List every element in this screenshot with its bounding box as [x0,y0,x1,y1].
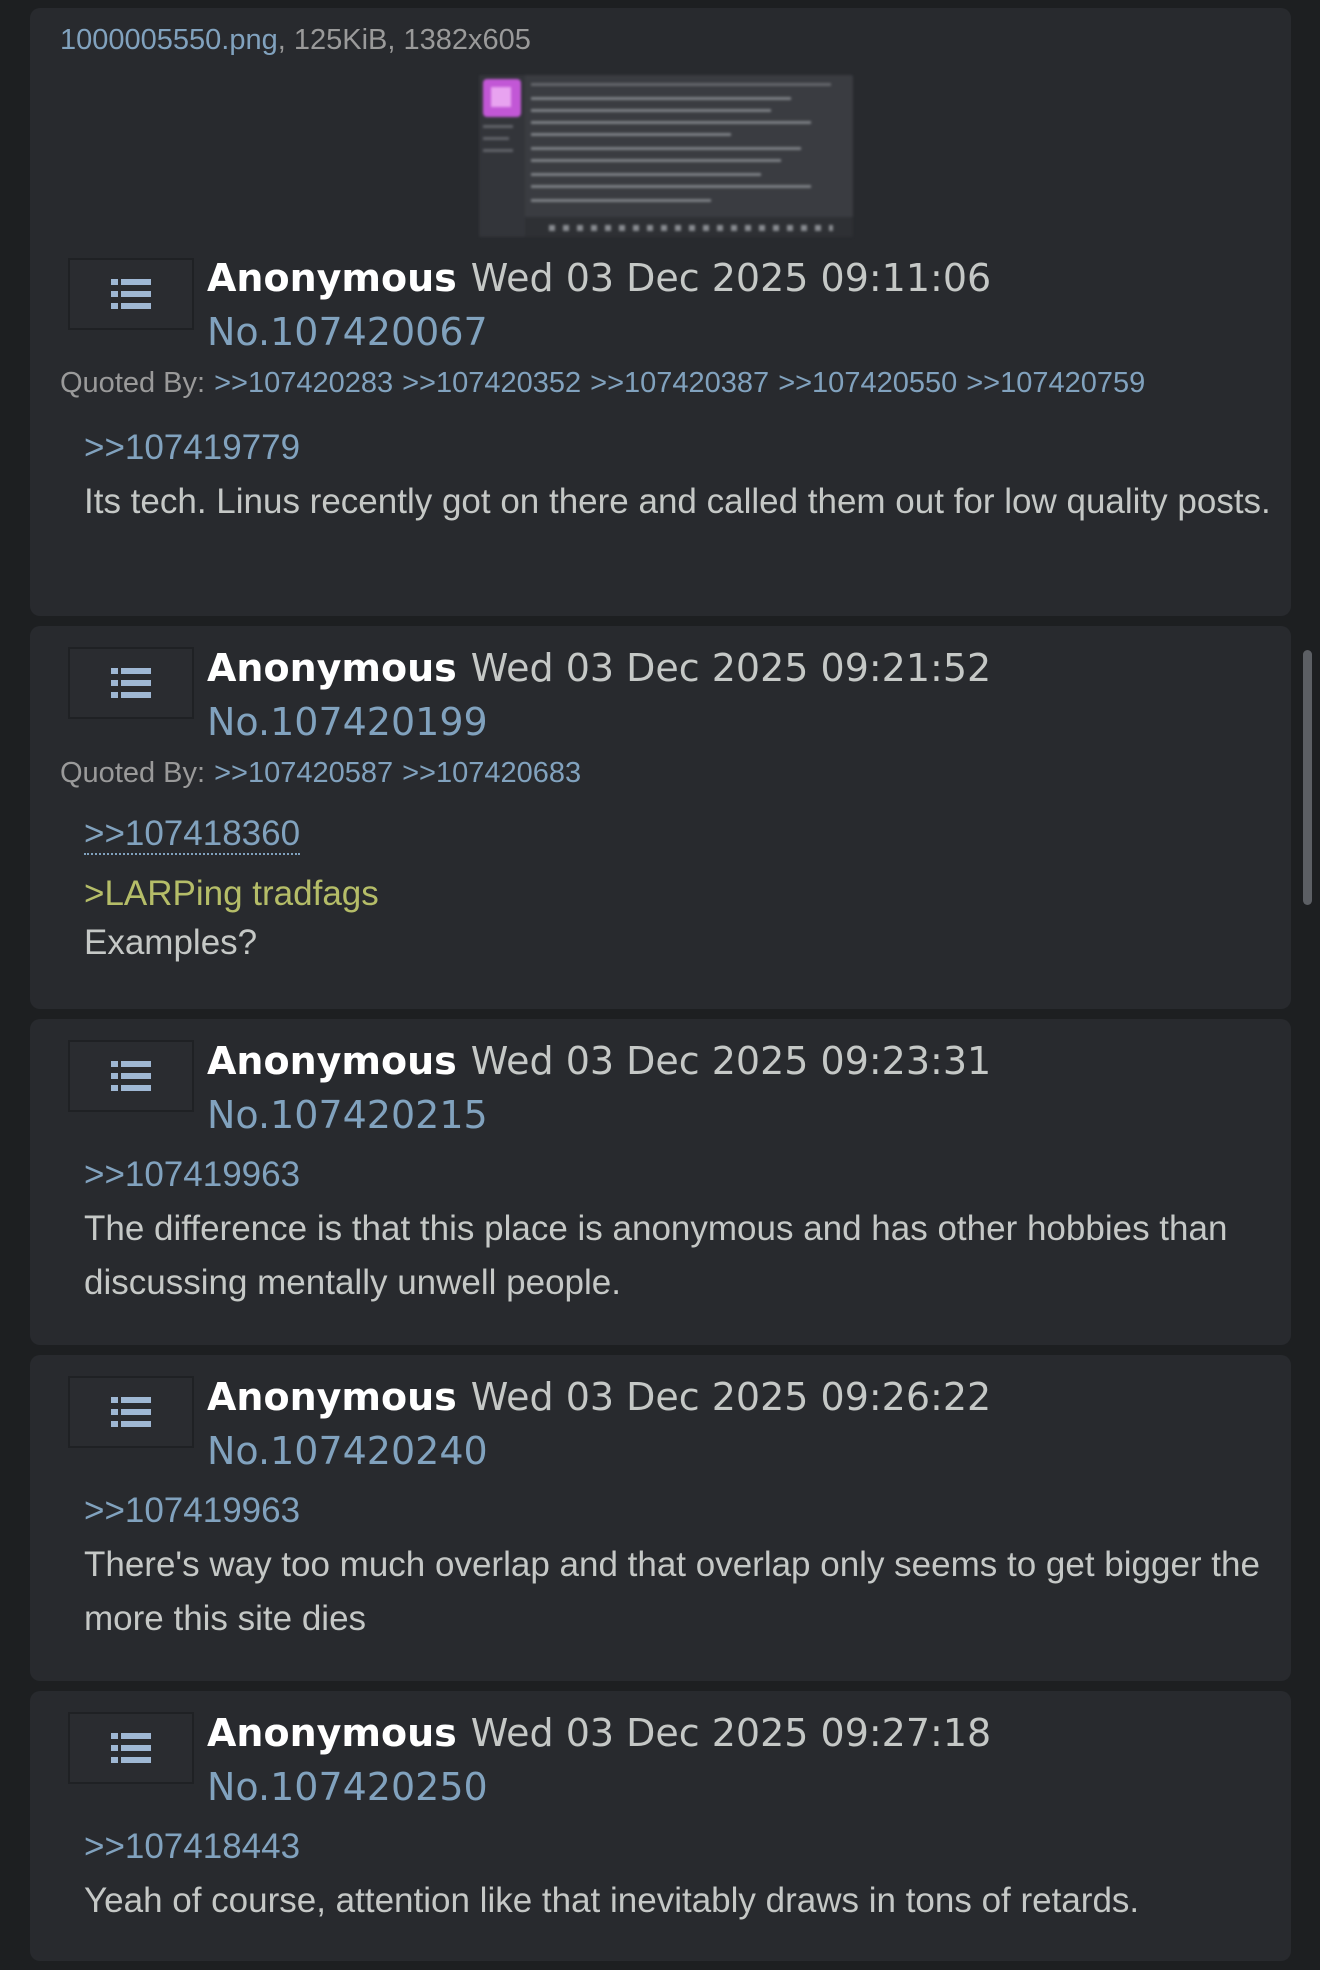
list-icon [111,1397,151,1427]
poster-name: Anonymous [207,256,457,300]
quote-link[interactable]: >>107420683 [402,757,581,789]
poster-name: Anonymous [207,646,457,690]
image-thumbnail[interactable] [479,75,853,237]
list-icon [111,668,151,698]
scrollbar-thumb[interactable] [1303,650,1312,905]
post-number[interactable]: No.107420199 [207,700,488,744]
post: Anonymous Wed 03 Dec 2025 09:26:22 No.107… [30,1355,1291,1681]
quote-link[interactable]: >>107420587 [214,757,393,789]
file-info: 1000005550.png, 125KiB, 1382x605 [60,24,531,57]
post: Anonymous Wed 03 Dec 2025 09:21:52 No.107… [30,626,1291,1009]
quote-link[interactable]: >>107420387 [590,367,769,399]
file-link[interactable]: 1000005550.png [60,24,278,56]
post-menu-button[interactable] [68,1712,194,1784]
poster-name-line: Anonymous Wed 03 Dec 2025 09:21:52 [207,646,991,690]
greentext-quote: >LARPing tradfags [84,874,379,913]
list-icon [111,1061,151,1091]
post: Anonymous Wed 03 Dec 2025 09:23:31 No.107… [30,1019,1291,1345]
quote-link[interactable]: >>107420759 [966,367,1145,399]
post-date: Wed 03 Dec 2025 09:27:18 [470,1711,992,1755]
post-menu-button[interactable] [68,1040,194,1112]
post-date: Wed 03 Dec 2025 09:21:52 [470,646,992,690]
post-date: Wed 03 Dec 2025 09:26:22 [470,1375,992,1419]
quote-link[interactable]: >>107420352 [402,367,581,399]
poster-name-line: Anonymous Wed 03 Dec 2025 09:26:22 [207,1375,991,1419]
poster-name-line: Anonymous Wed 03 Dec 2025 09:23:31 [207,1039,991,1083]
post-comment: Yeah of course, attention like that inev… [84,1881,1140,1920]
poster-name-line: Anonymous Wed 03 Dec 2025 09:27:18 [207,1711,991,1755]
quoted-by: Quoted By: >>107420283 >>107420352 >>107420… [60,367,1145,400]
post-number[interactable]: No.107420250 [207,1765,488,1809]
reply-link[interactable]: >>107418443 [84,1827,300,1867]
post-comment: The difference is that this place is ano… [84,1209,1228,1302]
reply-link[interactable]: >>107419963 [84,1155,300,1195]
file-meta: , 125KiB, 1382x605 [277,24,531,56]
quote-link[interactable]: >>107420283 [214,367,393,399]
list-icon [111,1733,151,1763]
post-comment: Its tech. Linus recently got on there an… [84,482,1271,521]
poster-name: Anonymous [207,1375,457,1419]
post-comment: There's way too much overlap and that ov… [84,1545,1260,1638]
post-menu-button[interactable] [68,647,194,719]
post-number[interactable]: No.107420240 [207,1429,488,1473]
post: 1000005550.png, 125KiB, 1382x605 Anonymo… [30,8,1291,616]
reply-link[interactable]: >>107419779 [84,428,300,468]
post-number[interactable]: No.107420067 [207,310,488,354]
reply-link[interactable]: >>107418360 [84,815,301,855]
poster-name-line: Anonymous Wed 03 Dec 2025 09:11:06 [207,256,991,300]
post: Anonymous Wed 03 Dec 2025 09:27:18 No.107… [30,1691,1291,1961]
poster-name: Anonymous [207,1711,457,1755]
list-icon [111,279,151,309]
post-date: Wed 03 Dec 2025 09:11:06 [470,256,992,300]
quote-link[interactable]: >>107420550 [778,367,957,399]
reply-link[interactable]: >>107419963 [84,1491,300,1531]
post-date: Wed 03 Dec 2025 09:23:31 [470,1039,992,1083]
post-number[interactable]: No.107420215 [207,1093,488,1137]
quoted-by-label: Quoted By: [60,757,206,789]
post-menu-button[interactable] [68,258,194,330]
quoted-by: Quoted By: >>107420587 >>107420683 [60,757,581,790]
poster-name: Anonymous [207,1039,457,1083]
post-menu-button[interactable] [68,1376,194,1448]
post-comment: Examples? [84,923,258,962]
quoted-by-label: Quoted By: [60,367,206,399]
